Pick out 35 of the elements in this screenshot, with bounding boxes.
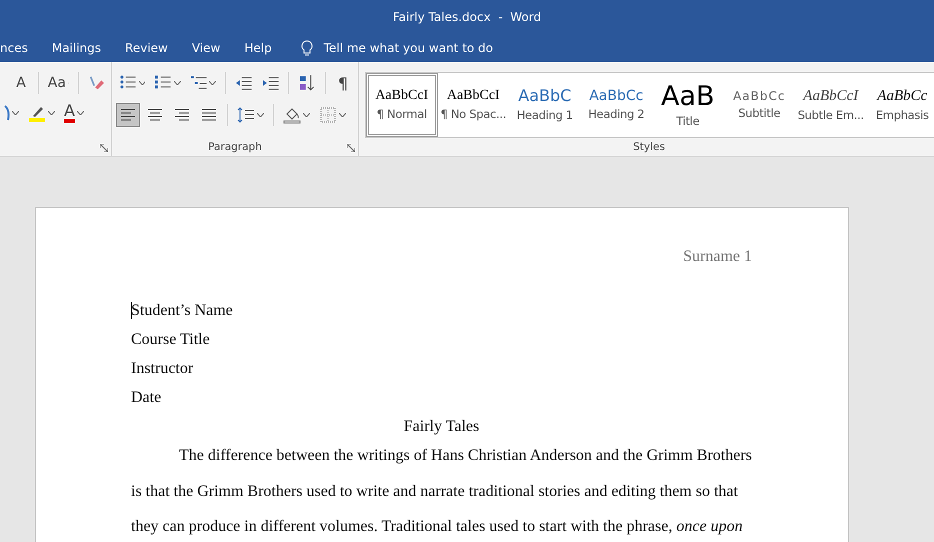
ribbon-tab[interactable]: Review	[113, 40, 180, 54]
multilevel-list-icon	[190, 74, 208, 92]
highlighter-icon	[28, 104, 46, 122]
tell-me-search[interactable]: Tell me what you want to do	[324, 40, 494, 54]
decrease-indent-icon	[235, 74, 253, 92]
window-title: Fairly Tales.docx - Word	[392, 10, 542, 24]
borders-icon	[319, 106, 337, 124]
text-cursor	[131, 302, 132, 319]
show-formatting-button[interactable]: ¶	[332, 71, 354, 95]
heading-line: Student’s Name	[131, 301, 234, 321]
increase-indent-icon	[262, 74, 280, 92]
ribbon-tab[interactable]: nces	[0, 40, 40, 54]
eraser-icon	[88, 74, 104, 92]
font-color-button[interactable]: A	[61, 101, 87, 125]
sort-icon	[298, 74, 316, 92]
ribbon-tab[interactable]: View	[180, 40, 232, 54]
change-case-button[interactable]: Aa	[44, 71, 72, 95]
paint-bucket-icon	[283, 106, 301, 124]
align-button[interactable]	[116, 103, 140, 127]
ribbon-tab[interactable]: Mailings	[40, 40, 114, 54]
heading-line: Date	[131, 388, 162, 408]
group-label: Paragraph	[208, 141, 262, 153]
page-header: Surname 1	[682, 248, 752, 266]
style-gallery-item[interactable]: AaBbCcI ¶ Normal	[366, 73, 438, 137]
dialog-launcher-icon[interactable]	[347, 144, 355, 152]
ribbon-tab[interactable]: Help	[232, 40, 284, 54]
document-title: Fairly Tales	[402, 417, 480, 437]
body-paragraph: The difference between the writings of Hans Christian Anderson and the Grimm Brothers is that the Grimm Brothers used to write and narrate traditional stories and editing them so that they can produce in different volumes. Traditional tales used to start with the phrase, once upon	[131, 446, 753, 537]
group-label: Styles	[633, 141, 665, 153]
glow-outline-icon	[4, 104, 10, 122]
shrink-font-button[interactable]: A	[10, 71, 32, 95]
line-spacing-icon	[237, 106, 255, 124]
dialog-launcher-icon[interactable]	[100, 144, 108, 152]
heading-line: Course Title	[131, 330, 211, 350]
heading-line: Instructor	[131, 359, 194, 379]
